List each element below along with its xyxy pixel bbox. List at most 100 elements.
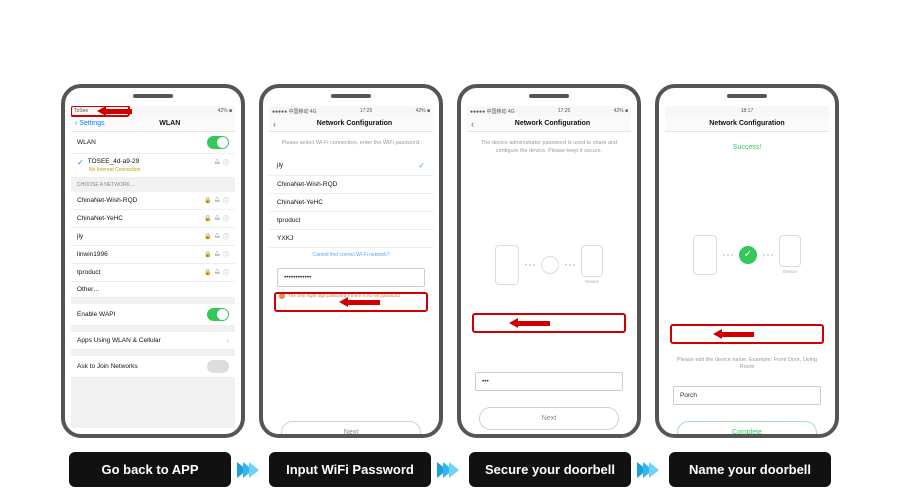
info-icon[interactable]: ⓘ — [223, 232, 229, 241]
device-outline-icon — [779, 235, 801, 267]
phone-3: ●●●●● 中国移动 4G 17:25 42% ■ ‹ Network Conf… — [457, 84, 641, 438]
checkmark-icon: ✓ — [418, 161, 425, 170]
info-icon[interactable]: ⓘ — [223, 196, 229, 205]
arrow-icon — [713, 330, 754, 338]
speaker-slot — [331, 94, 371, 98]
back-button[interactable]: ‹ — [273, 119, 276, 129]
network-row[interactable]: ChinaNet-YeHC🔒⧋ⓘ — [71, 210, 235, 228]
wifi-icon: ⧋ — [215, 233, 220, 240]
back-button[interactable]: ‹ Settings — [75, 120, 105, 127]
next-button[interactable]: Next — [281, 421, 421, 438]
nav-bar: ‹ Network Configuration — [269, 116, 433, 132]
status-bar: ToSee 42% ■ — [71, 106, 235, 116]
pairing-node-icon — [541, 256, 559, 274]
status-left: ●●●●● 中国移动 4G — [272, 108, 317, 115]
next-button[interactable]: Next — [479, 407, 619, 430]
back-button[interactable]: ‹ — [471, 119, 474, 129]
success-diagram: ✓ Device — [665, 155, 829, 355]
screen-1: ToSee 42% ■ ‹ Settings WLAN WLAN ✓TOSEE_… — [71, 106, 235, 428]
wifi-list-item[interactable]: ChinaNet-YeHC — [269, 194, 433, 212]
choose-network-header: CHOOSE A NETWORK… — [71, 178, 235, 192]
info-icon[interactable]: ⓘ — [223, 158, 229, 167]
lock-icon: 🔒 — [204, 197, 211, 204]
network-row-other[interactable]: Other… — [71, 282, 235, 298]
phone-outline-icon — [495, 245, 519, 285]
phone-row: ToSee 42% ■ ‹ Settings WLAN WLAN ✓TOSEE_… — [0, 0, 900, 438]
success-check-icon: ✓ — [739, 246, 757, 264]
step-chevron-icon — [241, 462, 259, 478]
enable-wapi-row[interactable]: Enable WAPI — [71, 304, 235, 326]
success-text: Success! — [665, 132, 829, 155]
nav-title: Network Configuration — [478, 120, 627, 127]
screen-4: 18:17 Network Configuration Success! ✓ D… — [665, 106, 829, 438]
wifi-list-item[interactable]: YXKJ — [269, 230, 433, 248]
screen-3: ●●●●● 中国移动 4G 17:25 42% ■ ‹ Network Conf… — [467, 106, 631, 438]
network-row[interactable]: tproduct🔒⧋ⓘ — [71, 264, 235, 282]
status-center: 17:25 — [317, 108, 416, 114]
step-chevron-icon — [441, 462, 459, 478]
status-center: 18:17 — [668, 108, 826, 114]
wifi-icon: ⧋ — [215, 159, 220, 166]
toggle-off-icon[interactable] — [207, 360, 229, 373]
caption-row: Go back to APP Input WiFi Password Secur… — [0, 452, 900, 487]
no-internet-note: No Internet Connection — [89, 167, 140, 173]
instruction-text: The device administrator password is use… — [467, 132, 631, 163]
speaker-slot — [727, 94, 767, 98]
connected-ssid: TOSEE_4d-a9-29 — [88, 158, 215, 167]
wifi-icon: ⧋ — [215, 251, 220, 258]
wifi-password-input[interactable]: •••••••••••• — [277, 268, 425, 287]
speaker-slot — [133, 94, 173, 98]
wifi-icon: ⧋ — [215, 197, 220, 204]
nav-title: WLAN — [109, 120, 231, 127]
step-chevron-icon — [641, 462, 659, 478]
chevron-left-icon: ‹ — [75, 120, 77, 127]
ask-join-row[interactable]: Ask to Join Networks — [71, 356, 235, 378]
instruction-text: Please select Wi-Fi connection, enter th… — [269, 132, 433, 156]
hint-text: Please edit the device name. Example: Fr… — [665, 355, 829, 380]
apps-using-row[interactable]: Apps Using WLAN & Cellular› — [71, 332, 235, 350]
complete-button[interactable]: Complete — [677, 421, 817, 438]
device-name-input[interactable]: Porch — [673, 386, 821, 405]
lock-icon: 🔒 — [204, 215, 211, 222]
caption-2: Input WiFi Password — [269, 452, 431, 487]
wifi-list-item[interactable]: ChinaNet-Wish-RQD — [269, 176, 433, 194]
lock-icon: 🔒 — [204, 233, 211, 240]
caption-4: Name your doorbell — [669, 452, 831, 487]
info-icon[interactable]: ⓘ — [223, 250, 229, 259]
wifi-list-item[interactable]: tproduct — [269, 212, 433, 230]
pairing-diagram: Device — [467, 163, 631, 366]
nav-bar: ‹ Network Configuration — [467, 116, 631, 132]
arrow-icon — [509, 319, 550, 327]
arrow-icon — [97, 107, 132, 115]
status-bar: ●●●●● 中国移动 4G 17:25 42% ■ — [269, 106, 433, 116]
status-bar: ●●●●● 中国移动 4G 17:25 42% ■ — [467, 106, 631, 116]
status-right: 42% ■ — [614, 108, 628, 114]
network-row[interactable]: linwin1996🔒⧋ⓘ — [71, 246, 235, 264]
admin-password-input[interactable]: ••• — [475, 372, 623, 391]
toggle-on-icon[interactable] — [207, 136, 229, 149]
wifi-list-item[interactable]: jly✓ — [269, 156, 433, 176]
lock-icon: 🔒 — [204, 269, 211, 276]
nav-bar: ‹ Settings WLAN — [71, 116, 235, 132]
status-left: ●●●●● 中国移动 4G — [470, 108, 515, 115]
status-right: 42% ■ — [416, 108, 430, 114]
info-icon[interactable]: ⓘ — [223, 268, 229, 277]
status-right: 42% ■ — [218, 108, 232, 114]
connected-network-row[interactable]: ✓TOSEE_4d-a9-29⧋ⓘ No Internet Connection — [71, 154, 235, 178]
speaker-slot — [529, 94, 569, 98]
info-icon[interactable]: ⓘ — [223, 214, 229, 223]
lock-icon: 🔒 — [204, 251, 211, 258]
phone-4: 18:17 Network Configuration Success! ✓ D… — [655, 84, 839, 438]
device-outline-icon — [581, 245, 603, 277]
nav-title: Network Configuration — [669, 120, 825, 127]
network-row[interactable]: ChinaNet-Wish-RQD🔒⧋ⓘ — [71, 192, 235, 210]
help-link[interactable]: Cannot find correct Wi-Fi network? — [269, 248, 433, 262]
phone-2: ●●●●● 中国移动 4G 17:25 42% ■ ‹ Network Conf… — [259, 84, 443, 438]
network-row[interactable]: jly🔒⧋ⓘ — [71, 228, 235, 246]
wlan-toggle-row[interactable]: WLAN — [71, 132, 235, 154]
warning-icon — [279, 293, 285, 299]
status-bar: 18:17 — [665, 106, 829, 116]
caption-3: Secure your doorbell — [469, 452, 631, 487]
toggle-on-icon[interactable] — [207, 308, 229, 321]
chevron-right-icon: › — [226, 336, 229, 345]
